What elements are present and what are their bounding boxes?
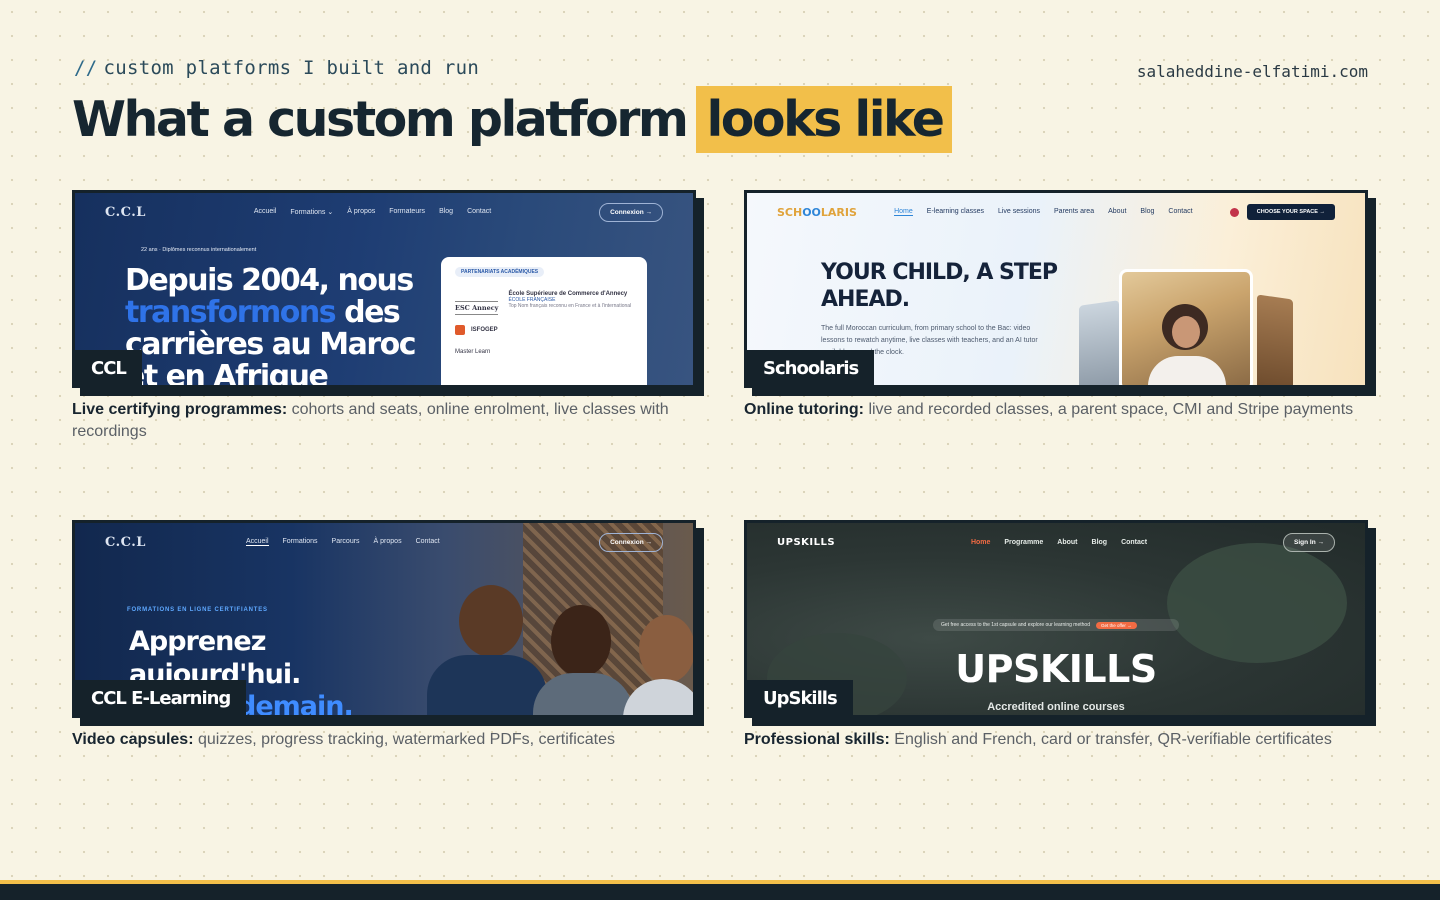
sch-nav-item: Blog [1140,208,1155,215]
bottom-band [0,880,1440,900]
title-highlight: looks like [696,86,952,153]
ccl-logo: C.C.L [105,204,146,220]
site-url[interactable]: salaheddine-elfatimi.com [1137,62,1368,81]
caption-schoolaris: Online tutoring: live and recorded class… [744,399,1384,421]
ups-signin-button: Sign In → [1283,532,1335,552]
sch-nav-item: Parents area [1054,208,1095,215]
ccl-hero: Depuis 2004, nous transformons des carri… [125,263,445,386]
ccl-esc-logo: ESC Annecy [455,301,499,315]
ccl-nav-item: À propos [347,208,376,215]
sch-nav-item: Live sessions [997,208,1041,215]
sch-logo: SCHOOLARIS [777,206,857,219]
ccle-hero-blue: demain. [237,691,354,715]
caption-rest: quizzes, progress tracking, watermarked … [197,731,616,748]
screenshot-ccl-elearning[interactable]: C.C.L Accueil Formations Parcours À prop… [72,520,696,718]
card-label: Schoolaris [747,350,875,385]
ccle-nav-item: Accueil [245,538,269,546]
page-title: What a custom platform looks like [72,86,952,153]
ups-promo-button: Get the offer → [1095,621,1137,629]
caption-bold: Online tutoring: [744,401,864,418]
kicker-text: custom platforms I built and run [103,57,480,79]
caption-ccl: Live certifying programmes: cohorts and … [72,399,712,443]
ccl-hero-blue: transformons [125,295,337,330]
sch-cta-button: CHOOSE YOUR SPACE → [1246,204,1335,220]
ccl-panel-bottom: Master Learn [455,349,491,355]
ccl-nav-item: Formateurs [389,208,426,215]
caption-upskills: Professional skills: English and French,… [744,729,1384,751]
ups-nav-item: Home [970,538,991,546]
caption-ccl-elearning: Video capsules: quizzes, progress tracki… [72,729,712,751]
card-label: CCL [75,350,142,385]
ups-nav-item: Blog [1091,538,1108,546]
screenshot-schoolaris[interactable]: SCHOOLARIS Home E-learning classes Live … [744,190,1368,388]
caption-rest: live and recorded classes, a parent spac… [868,401,1354,418]
ccl-partner-panel: PARTENARIATS ACADÉMIQUES ESC Annecy Écol… [441,257,647,385]
ccl-nav-item: Accueil [253,208,277,215]
ccle-login-button: Connexion → [599,532,663,552]
ccle-nav: C.C.L Accueil Formations Parcours À prop… [75,523,693,561]
sch-nav: SCHOOLARIS Home E-learning classes Live … [747,193,1365,231]
card-ccl-elearning[interactable]: C.C.L Accueil Formations Parcours À prop… [72,520,696,718]
card-upskills[interactable]: UPSKILLS Home Programme About Blog Conta… [744,520,1368,718]
ccle-nav-item: Formations [282,538,318,545]
sch-logo-a: SCH [777,205,803,219]
screenshot-ccl[interactable]: C.C.L Accueil Formations ⌄ À propos Form… [72,190,696,388]
caption-bold: Video capsules: [72,731,194,748]
book-image [1257,294,1293,385]
ccle-hero-1: Apprenez [129,626,266,657]
laptop-image [1079,300,1119,385]
card-label: CCL E-Learning [75,680,247,715]
ups-promo-text: Get free access to the 1st capsule and e… [941,622,1090,628]
ups-nav-item: About [1057,538,1078,546]
title-main: What a custom platform [72,91,689,148]
caption-rest: English and French, card or transfer, QR… [894,731,1332,748]
ccl-partner-logos: ISFOGEP [471,327,498,333]
ccl-nav-item: Contact [467,208,492,215]
ccl-partner-logo-icon [455,325,465,335]
ccl-panel-desc: Top Nom français reconnu en France et à … [508,303,632,309]
ups-nav-item: Contact [1121,538,1148,546]
ccle-tag: FORMATIONS EN LIGNE CERTIFIANTES [127,607,268,613]
ccl-tag: 22 ans · Diplômes reconnus international… [141,247,257,253]
card-ccl[interactable]: C.C.L Accueil Formations ⌄ À propos Form… [72,190,696,388]
ups-nav: UPSKILLS Home Programme About Blog Conta… [747,523,1365,561]
sch-nav-item: E-learning classes [926,208,984,215]
sch-nav-item: Home [894,208,913,216]
ccle-logo: C.C.L [105,534,146,550]
sch-nav-item: About [1108,208,1127,215]
ccle-nav-item: À propos [373,538,402,545]
ccle-nav-item: Contact [415,538,440,545]
caption-bold: Professional skills: [744,731,890,748]
ups-nav-item: Programme [1004,538,1044,546]
sch-nav-item: Contact [1168,208,1193,215]
sch-headline: YOUR CHILD, A STEP AHEAD. [821,260,1058,312]
sch-logo-b: OO [802,205,821,219]
kicker: //custom platforms I built and run [74,57,479,79]
ups-logo: UPSKILLS [777,536,836,548]
card-schoolaris[interactable]: SCHOOLARIS Home E-learning classes Live … [744,190,1368,388]
caption-bold: Live certifying programmes: [72,401,288,418]
ccl-nav: C.C.L Accueil Formations ⌄ À propos Form… [75,193,693,231]
flag-icon [1229,207,1239,217]
ccl-panel-pill: PARTENARIATS ACADÉMIQUES [455,267,545,277]
ccl-login-button: Connexion → [599,202,663,222]
screenshot-upskills[interactable]: UPSKILLS Home Programme About Blog Conta… [744,520,1368,718]
ccl-hero-1: Depuis 2004, nous [125,263,414,298]
card-label: UpSkills [747,680,853,715]
ccl-nav-item: Blog [439,208,454,215]
ccle-nav-item: Parcours [331,538,360,545]
ccl-nav-item: Formations ⌄ [290,209,334,216]
ups-promo: Get free access to the 1st capsule and e… [933,619,1179,631]
sch-logo-c: LARIS [820,205,857,219]
student-photo [1119,269,1253,385]
kicker-slashes: // [74,57,98,79]
